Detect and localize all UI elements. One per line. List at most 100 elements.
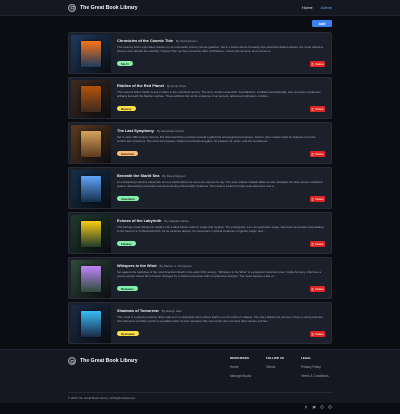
book-title[interactable]: Riddles of the Red Planet xyxy=(117,83,164,88)
book-cover-image xyxy=(71,125,111,163)
footer-column-follow: FOLLOW US Github xyxy=(266,356,284,374)
delete-label: Delete xyxy=(315,242,324,246)
book-cover-image xyxy=(71,215,111,253)
book-description: This fantasy novel transports readers in… xyxy=(117,226,324,233)
genre-badge: Fantasy xyxy=(117,241,136,246)
footer-bottom: © 2023 The Great Book Library. All Right… xyxy=(68,392,332,409)
footer-link-github[interactable]: Github xyxy=(266,365,284,369)
footer-heading: LEGAL xyxy=(301,356,312,360)
nav-link-admin[interactable]: Admin xyxy=(321,5,332,10)
delete-button[interactable]: Delete xyxy=(310,196,325,202)
book-info: Echoes of the Labyrinth By Isabella Clar… xyxy=(111,215,329,251)
book-description: This science fiction thriller is set on … xyxy=(117,91,321,98)
book-description: Set in early 19th-century Vienna, this h… xyxy=(117,136,316,143)
delete-button[interactable]: Delete xyxy=(310,106,325,112)
delete-label: Delete xyxy=(315,332,324,336)
book-info: Chronicles of the Cosmic Tide By Nell Ha… xyxy=(111,35,329,71)
book-cover-image xyxy=(71,80,111,118)
delete-button[interactable]: Delete xyxy=(310,151,325,157)
twitter-icon[interactable] xyxy=(312,396,316,409)
copyright: © 2023 The Great Book Library. All Right… xyxy=(68,396,136,400)
brand-name: The Great Book Library xyxy=(80,4,138,11)
trash-icon xyxy=(311,242,314,246)
footer-link-manage-books[interactable]: Manage Books xyxy=(230,374,251,378)
book-title[interactable]: Echoes of the Labyrinth xyxy=(117,218,161,223)
footer-column-legal: LEGAL Privacy Policy Terms & Conditions xyxy=(301,356,329,383)
footer-heading: RESOURCES xyxy=(230,356,250,360)
book-cover-image xyxy=(71,35,111,73)
book-card[interactable]: Riddles of the Red Planet By Emily Zhao … xyxy=(68,77,332,119)
book-title[interactable]: Whispers in the Wind xyxy=(117,263,157,268)
facebook-icon[interactable] xyxy=(304,396,308,409)
book-info: The Last Symphony By Alexander Petrov Se… xyxy=(111,125,329,161)
social-links xyxy=(304,396,332,409)
trash-icon xyxy=(311,62,314,66)
book-title[interactable]: Beneath the Starlit Sea xyxy=(117,173,159,178)
book-title[interactable]: The Last Symphony xyxy=(117,128,154,133)
delete-button[interactable]: Delete xyxy=(310,241,325,247)
book-card[interactable]: Echoes of the Labyrinth By Isabella Clar… xyxy=(68,212,332,254)
book-info: Whispers in the Wind By Marcus J. Thomps… xyxy=(111,260,329,296)
brand[interactable]: The Great Book Library xyxy=(68,3,138,12)
book-card[interactable]: Beneath the Starlit Sea By David Nguyen … xyxy=(68,167,332,209)
genre-badge: Historical xyxy=(117,151,138,156)
book-cover-image xyxy=(71,170,111,208)
genre-badge: Mystery xyxy=(117,106,136,111)
book-title[interactable]: Chronicles of the Cosmic Tide xyxy=(117,38,173,43)
delete-label: Delete xyxy=(315,287,324,291)
trash-icon xyxy=(311,287,314,291)
nav-links: Home Admin xyxy=(302,5,332,10)
book-info: Beneath the Starlit Sea By David Nguyen … xyxy=(111,170,329,206)
book-author: By Evelyn Hart xyxy=(161,309,182,313)
footer-brand-name: The Great Book Library xyxy=(80,358,138,364)
book-description: This novel is a gripping science fiction… xyxy=(117,316,324,323)
navbar: The Great Book Library Home Admin xyxy=(0,0,400,16)
book-card[interactable]: Shadows of Tomorrow By Evelyn Hart This … xyxy=(68,302,332,344)
book-card[interactable]: Whispers in the Wind By Marcus J. Thomps… xyxy=(68,257,332,299)
book-title[interactable]: Shadows of Tomorrow xyxy=(117,308,159,313)
trash-icon xyxy=(311,152,314,156)
book-cover-image xyxy=(71,260,111,298)
footer-link-privacy[interactable]: Privacy Policy xyxy=(301,365,329,369)
book-info: Shadows of Tomorrow By Evelyn Hart This … xyxy=(111,305,329,341)
book-list: Chronicles of the Cosmic Tide By Nell Ha… xyxy=(68,32,332,347)
footer: The Great Book Library RESOURCES Home Ma… xyxy=(0,349,400,409)
trash-icon xyxy=(311,332,314,336)
footer-column-resources: RESOURCES Home Manage Books xyxy=(230,356,251,383)
book-description: This science fiction epic takes readers … xyxy=(117,46,324,53)
library-logo-icon xyxy=(68,3,76,12)
genre-badge: Romance xyxy=(117,286,138,291)
genre-badge: Adventure xyxy=(117,196,139,201)
trash-icon xyxy=(311,107,314,111)
book-author: By Nell Harrison xyxy=(175,39,198,43)
footer-link-home[interactable]: Home xyxy=(230,365,251,369)
nav-link-home[interactable]: Home xyxy=(302,5,313,10)
book-description: Set against the backdrop of the rural Am… xyxy=(117,271,321,278)
footer-link-terms[interactable]: Terms & Conditions xyxy=(301,374,329,378)
genre-badge: Sci-Fi xyxy=(117,61,133,66)
dribbble-icon[interactable] xyxy=(328,396,332,409)
book-author: By David Nguyen xyxy=(162,174,186,178)
delete-button[interactable]: Delete xyxy=(310,286,325,292)
book-card[interactable]: The Last Symphony By Alexander Petrov Se… xyxy=(68,122,332,164)
add-book-button[interactable]: Add xyxy=(312,20,332,27)
book-info: Riddles of the Red Planet By Emily Zhao … xyxy=(111,80,329,116)
book-author: By Isabella Clarke xyxy=(164,219,189,223)
trash-icon xyxy=(311,197,314,201)
delete-button[interactable]: Delete xyxy=(310,61,325,67)
library-logo-icon xyxy=(68,357,76,365)
delete-label: Delete xyxy=(315,197,324,201)
book-author: By Emily Zhao xyxy=(166,84,187,88)
footer-brand[interactable]: The Great Book Library xyxy=(68,357,138,365)
delete-label: Delete xyxy=(315,62,324,66)
delete-label: Delete xyxy=(315,152,324,156)
book-author: By Alexander Petrov xyxy=(156,129,185,133)
genre-badge: Dystopian xyxy=(117,331,139,336)
github-icon[interactable] xyxy=(320,396,324,409)
book-author: By Marcus J. Thompson xyxy=(159,264,192,268)
delete-button[interactable]: Delete xyxy=(310,331,325,337)
book-cover-image xyxy=(71,305,111,343)
book-card[interactable]: Chronicles of the Cosmic Tide By Nell Ha… xyxy=(68,32,332,74)
toolbar: Add xyxy=(68,20,332,30)
delete-label: Delete xyxy=(315,107,324,111)
